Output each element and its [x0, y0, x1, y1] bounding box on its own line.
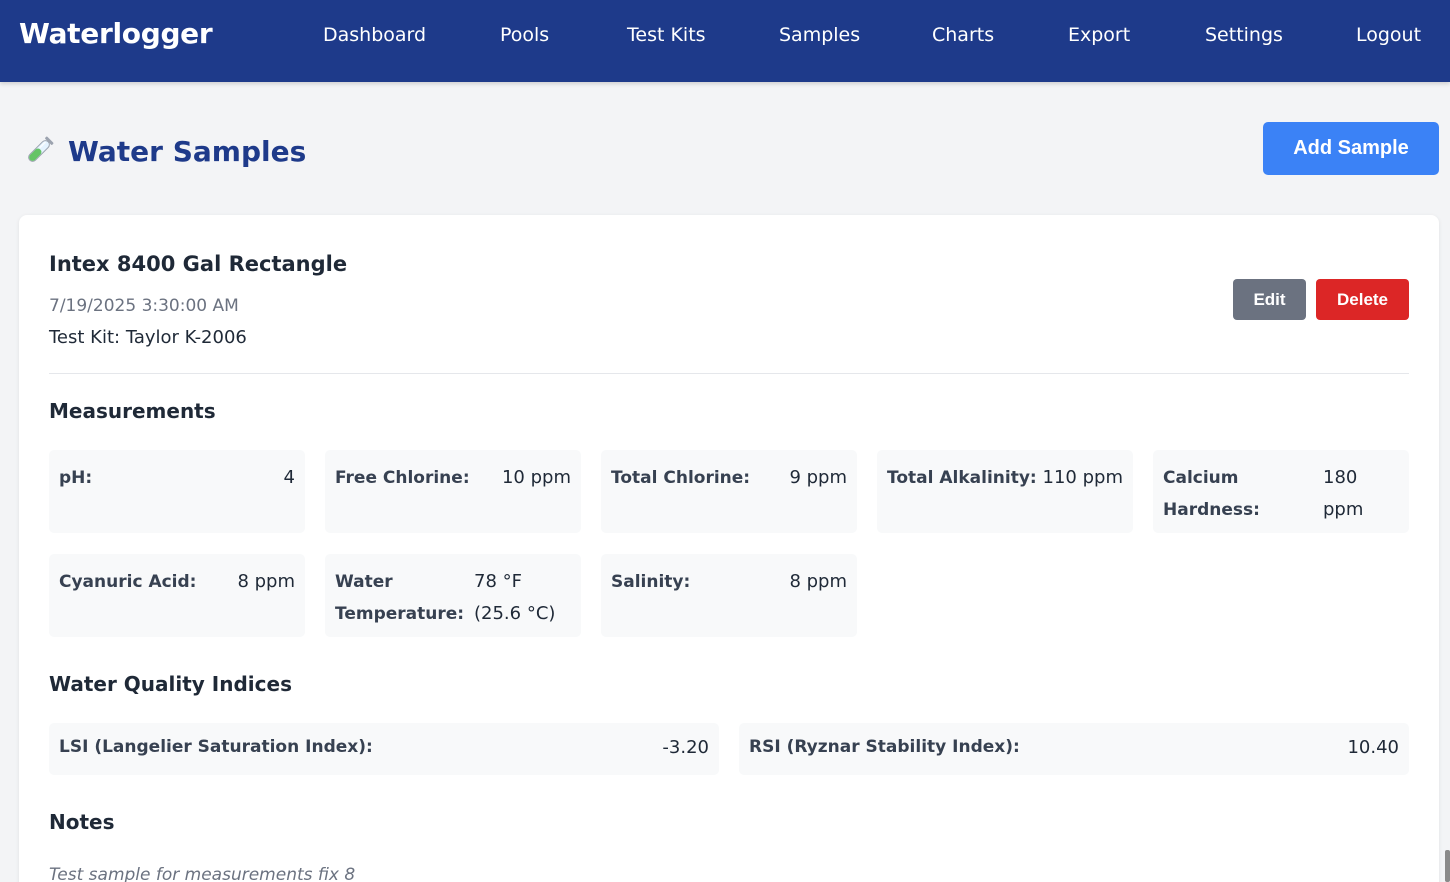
- pool-name: Intex 8400 Gal Rectangle: [49, 252, 348, 276]
- page-title-text: Water Samples: [68, 134, 307, 168]
- measurement-ph: pH: 4: [49, 450, 305, 533]
- index-label: RSI (Ryznar Stability Index):: [749, 737, 1020, 757]
- measurements-heading: Measurements: [49, 399, 216, 423]
- page-title: Water Samples: [22, 130, 306, 172]
- nav-logout[interactable]: Logout: [1356, 24, 1421, 46]
- measurement-value: 4: [283, 467, 295, 488]
- measurement-value: 10 ppm: [501, 467, 571, 488]
- brand-logo[interactable]: Waterlogger: [19, 17, 213, 50]
- notes-heading: Notes: [49, 810, 115, 834]
- measurement-value: 9 ppm: [789, 467, 847, 488]
- add-sample-button[interactable]: Add Sample: [1263, 122, 1439, 175]
- index-label: LSI (Langelier Saturation Index):: [59, 737, 373, 757]
- nav-samples[interactable]: Samples: [779, 24, 860, 46]
- sample-card: Intex 8400 Gal Rectangle 7/19/2025 3:30:…: [19, 215, 1439, 882]
- scrollbar-thumb[interactable]: [1445, 850, 1450, 882]
- edit-button[interactable]: Edit: [1233, 279, 1306, 320]
- delete-button[interactable]: Delete: [1316, 279, 1409, 320]
- measurement-label: Salinity:: [611, 572, 691, 592]
- sample-date: 7/19/2025 3:30:00 AM: [49, 296, 239, 316]
- measurement-value: 110 ppm: [1042, 467, 1123, 488]
- measurement-water-temperature: Water Temperature: 78 °F (25.6 °C): [325, 554, 581, 637]
- index-value: -3.20: [662, 737, 709, 758]
- measurement-label: Calcium Hardness:: [1163, 468, 1260, 520]
- measurement-total-alkalinity: Total Alkalinity: 110 ppm: [877, 450, 1133, 533]
- measurement-label: Total Alkalinity:: [887, 468, 1037, 488]
- test-tube-icon: [28, 136, 54, 162]
- measurement-calcium-hardness: Calcium Hardness: 180 ppm: [1153, 450, 1409, 533]
- indices-heading: Water Quality Indices: [49, 672, 292, 696]
- index-lsi: LSI (Langelier Saturation Index): -3.20: [49, 723, 719, 775]
- measurement-total-chlorine: Total Chlorine: 9 ppm: [601, 450, 857, 533]
- measurement-label: Free Chlorine:: [335, 468, 470, 488]
- nav-settings[interactable]: Settings: [1205, 24, 1283, 46]
- test-kit-label: Test Kit: Taylor K-2006: [49, 327, 247, 348]
- measurement-label: Cyanuric Acid:: [59, 572, 197, 592]
- measurement-label: pH:: [59, 468, 93, 488]
- measurement-value: 78 °F (25.6 °C): [474, 571, 556, 624]
- measurement-value: 8 ppm: [237, 571, 295, 592]
- nav-export[interactable]: Export: [1068, 24, 1130, 46]
- measurement-value: 8 ppm: [789, 571, 847, 592]
- nav-pools[interactable]: Pools: [500, 24, 549, 46]
- nav-charts[interactable]: Charts: [932, 24, 994, 46]
- divider: [49, 373, 1409, 374]
- nav-dashboard[interactable]: Dashboard: [323, 24, 426, 46]
- measurement-cyanuric-acid: Cyanuric Acid: 8 ppm: [49, 554, 305, 637]
- top-navbar: Waterlogger Dashboard Pools Test Kits Sa…: [0, 0, 1450, 82]
- measurement-value: 180 ppm: [1323, 467, 1364, 520]
- index-rsi: RSI (Ryznar Stability Index): 10.40: [739, 723, 1409, 775]
- measurement-label: Total Chlorine:: [611, 468, 751, 488]
- measurement-label: Water Temperature:: [335, 572, 465, 624]
- nav-test-kits[interactable]: Test Kits: [627, 24, 706, 46]
- index-value: 10.40: [1347, 737, 1399, 758]
- measurement-free-chlorine: Free Chlorine: 10 ppm: [325, 450, 581, 533]
- notes-text: Test sample for measurements fix 8: [49, 865, 356, 882]
- measurement-salinity: Salinity: 8 ppm: [601, 554, 857, 637]
